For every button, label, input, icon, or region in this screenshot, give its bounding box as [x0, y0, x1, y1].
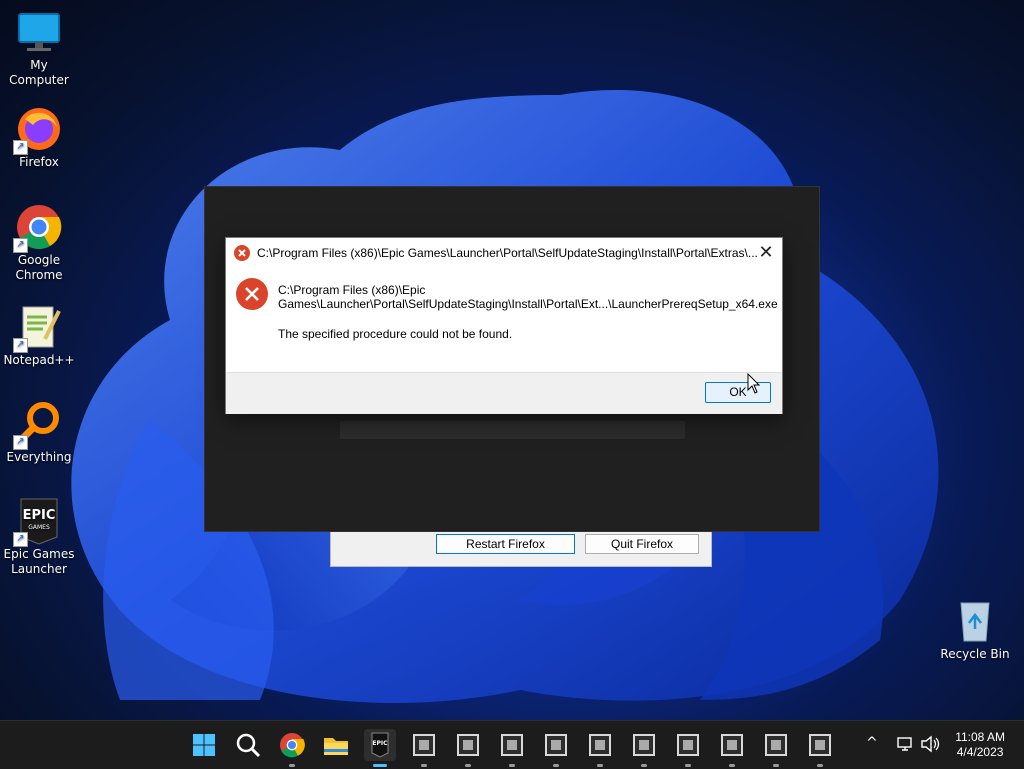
taskbar-epic-games[interactable]: EPIC: [364, 729, 396, 767]
desktop-icon-label: Firefox: [19, 155, 59, 169]
desktop-icon-label: Epic Games Launcher: [3, 547, 75, 576]
taskbar-window-3[interactable]: [496, 729, 528, 767]
desktop-icon-chrome[interactable]: ↗ Google Chrome: [0, 203, 78, 283]
error-path-line1: C:\Program Files (x86)\Epic: [278, 283, 426, 297]
desktop-icon-label: Everything: [6, 450, 72, 464]
error-icon: [236, 278, 268, 310]
svg-text:GAMES: GAMES: [28, 524, 50, 531]
volume-icon[interactable]: [920, 735, 940, 753]
running-indicator: [509, 764, 515, 767]
clock[interactable]: 11:08 AM 4/4/2023: [955, 730, 1005, 760]
error-dialog-title: C:\Program Files (x86)\Epic Games\Launch…: [257, 246, 758, 260]
desktop-icon-label: Recycle Bin: [940, 647, 1010, 661]
quit-firefox-button[interactable]: Quit Firefox: [585, 534, 699, 554]
desktop-icon-notepadpp[interactable]: ↗ Notepad++: [0, 303, 78, 368]
running-indicator: [641, 764, 647, 767]
taskbar-window-5[interactable]: [584, 729, 616, 767]
svg-text:EPIC: EPIC: [23, 508, 56, 523]
epic-games-icon: EPIC: [371, 732, 389, 758]
desktop-icon-label: Notepad++: [3, 353, 75, 367]
desktop-icon-label: Google Chrome: [15, 253, 63, 282]
active-indicator: [373, 764, 387, 767]
app-window-icon: [721, 734, 743, 756]
running-indicator: [729, 764, 735, 767]
running-indicator: [289, 764, 295, 767]
desktop-icon-label: My Computer: [9, 58, 69, 87]
clock-time: 11:08 AM: [955, 730, 1005, 744]
network-icon[interactable]: [896, 735, 914, 753]
shortcut-arrow-icon: ↗: [13, 532, 28, 547]
running-indicator: [773, 764, 779, 767]
app-window-icon: [677, 734, 699, 756]
taskbar: EPIC ^ 11:08 AM 4/4/2023: [0, 720, 1024, 769]
show-hidden-icons-chevron[interactable]: ^: [866, 735, 878, 751]
magnifier-icon: ↗: [13, 400, 63, 450]
svg-text:EPIC: EPIC: [372, 740, 388, 747]
taskbar-chrome[interactable]: [276, 729, 308, 767]
ok-button[interactable]: OK: [705, 382, 771, 403]
monitor-icon: [15, 8, 63, 56]
desktop-icon-my-computer[interactable]: My Computer: [0, 8, 78, 88]
taskbar-window-6[interactable]: [628, 729, 660, 767]
taskbar-window-10[interactable]: [804, 729, 836, 767]
error-dialog-footer: OK: [226, 372, 782, 414]
desktop-icon-recycle-bin[interactable]: Recycle Bin: [936, 597, 1014, 662]
shortcut-arrow-icon: ↗: [13, 238, 28, 253]
search-icon: [236, 733, 261, 758]
close-button[interactable]: ✕: [754, 241, 778, 265]
running-indicator: [597, 764, 603, 767]
running-indicator: [421, 764, 427, 767]
running-indicator: [553, 764, 559, 767]
clock-date: 4/4/2023: [956, 745, 1004, 759]
search-button[interactable]: [232, 729, 264, 761]
chrome-icon: [280, 733, 305, 758]
error-dialog-body: C:\Program Files (x86)\Epic Games\Launch…: [226, 268, 782, 373]
error-path-line2: Games\Launcher\Portal\SelfUpdateStaging\…: [278, 297, 778, 311]
firefox-crash-reporter: Restart Firefox Quit Firefox: [330, 531, 712, 567]
error-text: The specified procedure could not be fou…: [278, 327, 513, 341]
restart-firefox-button[interactable]: Restart Firefox: [436, 534, 575, 554]
desktop-icon-firefox[interactable]: ↗ Firefox: [0, 105, 78, 170]
error-dialog-titlebar[interactable]: C:\Program Files (x86)\Epic Games\Launch…: [226, 238, 782, 268]
app-window-icon: [545, 734, 567, 756]
folder-icon: [324, 738, 348, 755]
desktop-icon-everything[interactable]: ↗ Everything: [0, 400, 78, 465]
start-button[interactable]: [188, 729, 220, 761]
desktop-icon-epic-games[interactable]: EPIC GAMES ↗ Epic Games Launcher: [0, 497, 78, 577]
running-indicator: [817, 764, 823, 767]
shortcut-arrow-icon: ↗: [13, 435, 28, 450]
shortcut-arrow-icon: ↗: [13, 140, 28, 155]
taskbar-window-4[interactable]: [540, 729, 572, 767]
taskbar-file-explorer[interactable]: [320, 729, 352, 761]
app-window-icon: [413, 734, 435, 756]
app-window-icon: [809, 734, 831, 756]
shortcut-arrow-icon: ↗: [13, 338, 28, 353]
taskbar-window-9[interactable]: [760, 729, 792, 767]
error-dialog: C:\Program Files (x86)\Epic Games\Launch…: [225, 237, 783, 414]
app-window-icon: [501, 734, 523, 756]
app-window-icon: [589, 734, 611, 756]
mouse-cursor-icon: [747, 373, 761, 394]
error-small-icon: [234, 245, 250, 261]
taskbar-window-8[interactable]: [716, 729, 748, 767]
recycle-bin-icon: [951, 597, 999, 645]
app-window-icon: [457, 734, 479, 756]
error-message: C:\Program Files (x86)\Epic Games\Launch…: [278, 283, 778, 341]
taskbar-window-1[interactable]: [408, 729, 440, 767]
notepadpp-icon: ↗: [13, 303, 63, 353]
chrome-icon: ↗: [13, 203, 63, 253]
running-indicator: [685, 764, 691, 767]
app-window-icon: [633, 734, 655, 756]
app-window-icon: [765, 734, 787, 756]
taskbar-window-7[interactable]: [672, 729, 704, 767]
firefox-icon: ↗: [13, 105, 63, 155]
progress-bar: [340, 421, 685, 439]
running-indicator: [465, 764, 471, 767]
taskbar-window-2[interactable]: [452, 729, 484, 767]
epic-games-icon: EPIC GAMES ↗: [13, 497, 63, 547]
windows-logo-icon: [193, 734, 215, 756]
